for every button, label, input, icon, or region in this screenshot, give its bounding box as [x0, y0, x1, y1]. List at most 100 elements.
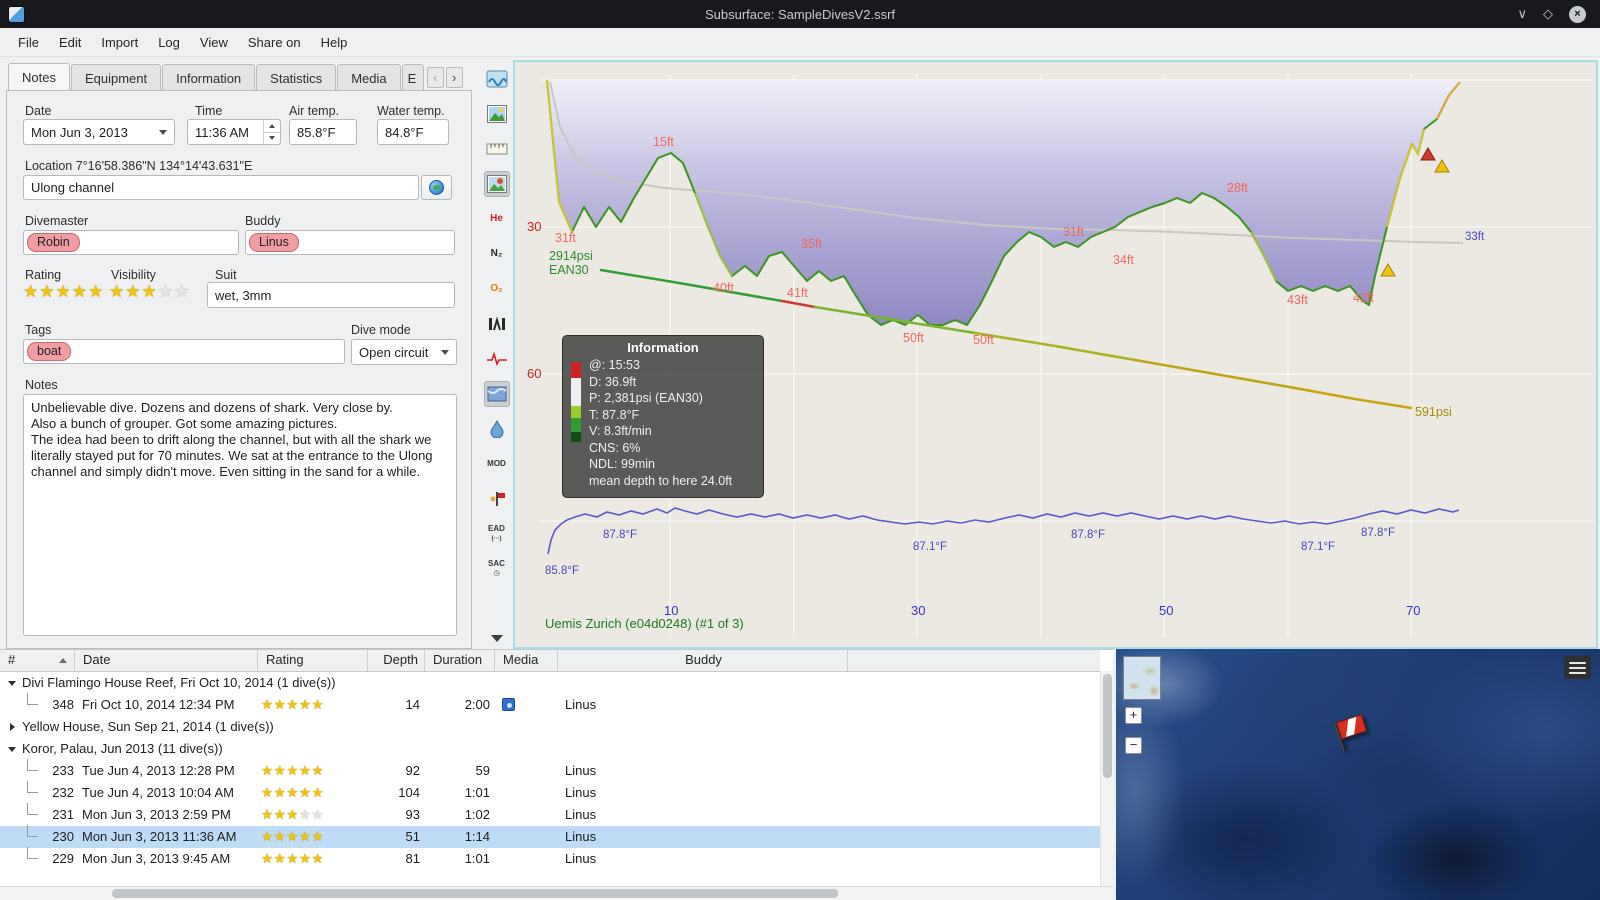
dive-profile-canvas[interactable]: 30 60 10 30 50 70 Uemis Zurich (e04d0248… [513, 60, 1598, 649]
divemaster-tag[interactable]: Robin [27, 233, 80, 252]
expand-icon[interactable] [10, 723, 15, 731]
show-photos-toggle-icon[interactable] [483, 171, 510, 197]
collapse-icon[interactable] [8, 747, 16, 752]
menu-log[interactable]: Log [148, 31, 190, 54]
globe-icon [429, 180, 444, 195]
dive-mode-toggle-icon[interactable] [484, 66, 510, 92]
collapse-toolbar-icon[interactable] [490, 635, 503, 642]
menu-share-on[interactable]: Share on [238, 31, 311, 54]
tooltip-title: Information [627, 340, 699, 355]
calc-ceiling-toggle-icon[interactable] [483, 381, 510, 407]
close-icon[interactable]: × [1569, 5, 1586, 23]
dive-list-vertical-scrollbar[interactable] [1100, 671, 1113, 886]
header-date[interactable]: Date [75, 650, 258, 671]
map-location-button[interactable] [421, 175, 452, 200]
suit-input[interactable]: wet, 3mm [207, 282, 455, 308]
dive-row[interactable]: 232 Tue Jun 4, 2013 10:04 AM 104 1:01 Linus ★… [0, 781, 1100, 804]
dive-list-horizontal-scrollbar[interactable] [0, 886, 1113, 900]
buddy-tag[interactable]: Linus [249, 233, 299, 252]
menu-help[interactable]: Help [311, 31, 358, 54]
time-spinner[interactable]: 11:36 AM [187, 119, 281, 145]
notes-textarea[interactable]: Unbelievable dive. Dozens and dozens of … [23, 394, 457, 636]
heart-rate-toggle-icon[interactable] [484, 346, 510, 372]
photo-icon[interactable] [484, 101, 510, 127]
dive-row[interactable]: 231 Mon Jun 3, 2013 2:59 PM 93 1:02 Linus ★★★… [0, 803, 1100, 826]
tab-scroll-right-icon[interactable]: › [445, 67, 463, 88]
dive-row[interactable]: 229 Mon Jun 3, 2013 9:45 AM 81 1:01 Linus ★★★… [0, 847, 1100, 870]
water-temp-field[interactable]: 84.8°F [377, 119, 449, 145]
dive-flag-icon [1335, 714, 1368, 740]
mod-toggle-icon[interactable]: MOD [484, 451, 510, 477]
media-cell[interactable] [502, 698, 515, 714]
buddy-input[interactable]: Linus [245, 230, 455, 255]
map-overview-thumbnail[interactable] [1123, 656, 1161, 700]
spin-up-icon[interactable] [269, 123, 275, 128]
tab-notes[interactable]: Notes [8, 63, 70, 91]
menu-import[interactable]: Import [91, 31, 148, 54]
tab-scroll-left-icon[interactable]: ‹ [426, 67, 444, 88]
menu-file[interactable]: File [8, 31, 49, 54]
sac-toggle-icon[interactable]: SAC [484, 556, 510, 582]
air-temp-field[interactable]: 85.8°F [289, 119, 357, 145]
map-zoom-in-button[interactable]: + [1125, 707, 1142, 724]
tab-information[interactable]: Information [162, 64, 256, 91]
menu-edit[interactable]: Edit [49, 31, 91, 54]
rating-stars[interactable]: ★★★★★ [23, 282, 104, 302]
trip-row[interactable]: Divi Flamingo House Reef, Fri Oct 10, 20… [0, 672, 1100, 694]
header-depth[interactable]: Depth [368, 650, 425, 671]
trip-row[interactable]: Koror, Palau, Jun 2013 (11 dive(s)) [0, 738, 1100, 760]
map-menu-button[interactable] [1564, 656, 1591, 679]
window-title: Subsurface: SampleDivesV2.ssrf [704, 6, 896, 22]
star-filled-icon: ★ [261, 697, 274, 712]
media-icon[interactable] [502, 698, 515, 711]
date-dropdown[interactable]: Mon Jun 3, 2013 [23, 119, 175, 145]
dc-ceiling-toggle-icon[interactable] [484, 416, 510, 442]
dive-row[interactable]: 230 Mon Jun 3, 2013 11:36 AM 51 1:14 Linus ★★… [0, 825, 1100, 848]
sensor-toggle-icon[interactable] [484, 486, 510, 512]
dive-depth: 81 [405, 851, 420, 866]
menu-view[interactable]: View [190, 31, 238, 54]
tab-extra-info[interactable]: E [401, 64, 424, 91]
header-buddy[interactable]: Buddy [558, 650, 848, 671]
tag-pill[interactable]: boat [27, 342, 72, 361]
collapse-icon[interactable] [8, 681, 16, 686]
tree-branch [27, 759, 38, 771]
star-filled-icon: ★ [273, 851, 287, 866]
tooltip-line: @: 15:53 [589, 358, 640, 372]
date-label: Date [25, 104, 52, 118]
pp-oxygen-toggle-icon[interactable]: O₂ [484, 276, 510, 302]
visibility-stars[interactable]: ★★★★★ [109, 282, 190, 302]
header-rating[interactable]: Rating [258, 650, 368, 671]
spin-down-icon[interactable] [269, 136, 275, 141]
dive-depth: 93 [405, 807, 420, 822]
header-media[interactable]: Media [495, 650, 558, 671]
title-bar[interactable]: Subsurface: SampleDivesV2.ssrf ∨ ◇ × [0, 0, 1600, 28]
dive-mode-dropdown[interactable]: Open circuit [351, 339, 457, 365]
trip-row[interactable]: Yellow House, Sun Sep 21, 2014 (1 dive(s… [0, 716, 1100, 738]
tooltip-line: CNS: 6% [589, 440, 641, 455]
tab-equipment[interactable]: Equipment [70, 64, 162, 91]
tab-media[interactable]: Media [337, 64, 401, 91]
tissue-graph-toggle-icon[interactable] [484, 311, 510, 337]
scrollbar-thumb[interactable] [1103, 674, 1112, 778]
tags-input[interactable]: boat [23, 339, 345, 364]
dive-row[interactable]: 348 Fri Oct 10, 2014 12:34 PM 14 2:00 Linus ★… [0, 693, 1100, 716]
location-input[interactable]: Ulong channel [23, 175, 419, 200]
tab-statistics[interactable]: Statistics [256, 64, 337, 91]
header-duration[interactable]: Duration [425, 650, 495, 671]
dive-list: # Date Rating Depth Duration Media Buddy… [0, 649, 1113, 886]
depth-label: 42ft [1353, 291, 1374, 305]
pp-nitrogen-toggle-icon[interactable]: N₂ [484, 241, 510, 267]
maximize-icon[interactable]: ◇ [1543, 6, 1553, 22]
scrollbar-thumb[interactable] [112, 889, 838, 898]
dive-row[interactable]: 233 Tue Jun 4, 2013 12:28 PM 92 59 Linus ★★★★… [0, 759, 1100, 782]
map-zoom-out-button[interactable]: − [1125, 737, 1142, 754]
divemaster-input[interactable]: Robin [23, 230, 239, 255]
header-number[interactable]: # [0, 650, 75, 671]
tooltip-line: V: 8.3ft/min [589, 424, 652, 438]
ruler-icon[interactable] [484, 136, 510, 162]
ead-toggle-icon[interactable]: EAD [484, 521, 510, 547]
dive-site-map[interactable]: + − [1116, 649, 1600, 900]
minimize-icon[interactable]: ∨ [1517, 6, 1527, 22]
pp-helium-toggle-icon[interactable]: He [484, 206, 510, 232]
